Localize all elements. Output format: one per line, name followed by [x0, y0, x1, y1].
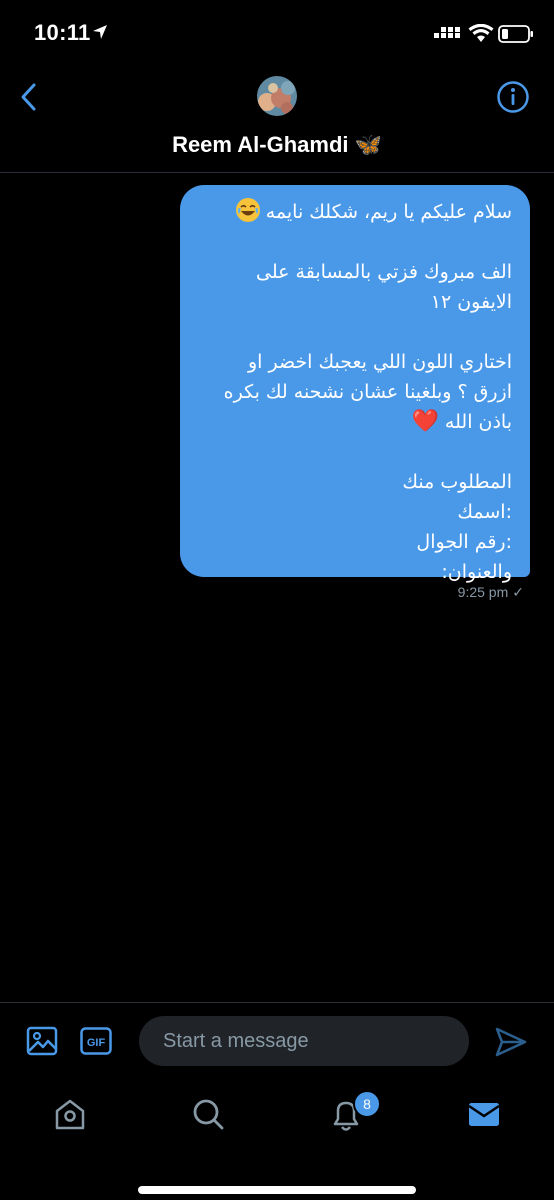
message-line: سلام عليكم يا ريم، شكلك نايمه — [198, 197, 512, 227]
conversation-header: Reem Al-Ghamdi 🦋 — [0, 70, 554, 173]
message-timestamp: 9:25 pm ✓ — [457, 584, 524, 600]
message-bubble[interactable]: سلام عليكم يا ريم، شكلك نايمه الف مبروك … — [180, 185, 530, 583]
message-input[interactable] — [139, 1016, 469, 1066]
message-line: الايفون ١٢ — [430, 291, 512, 313]
message-line: الف مبروك فزتي بالمسابقة على — [256, 261, 512, 283]
wifi-icon — [468, 24, 494, 42]
search-icon[interactable] — [188, 1094, 228, 1134]
sent-check-icon: ✓ — [512, 584, 524, 600]
image-icon[interactable] — [26, 1025, 58, 1057]
laughing-emoji-icon — [235, 198, 260, 222]
back-button[interactable] — [14, 82, 44, 112]
avatar[interactable] — [257, 76, 297, 116]
gif-label: GIF — [87, 1037, 106, 1049]
status-time: 10:11 — [34, 20, 91, 45]
heart-emoji-icon: ❤️ — [411, 409, 439, 434]
notification-badge: 8 — [353, 1090, 381, 1118]
signal-icon — [434, 27, 460, 38]
butterfly-emoji: 🦋 — [354, 132, 382, 157]
envelope-icon[interactable] — [464, 1094, 504, 1134]
location-arrow-icon — [93, 25, 107, 39]
message-line: ازرق ؟ وبلغينا عشان نشحنه لك بكره — [223, 381, 512, 403]
message-line: :اسمك — [457, 501, 512, 523]
message-line: والعنوان: — [441, 561, 512, 583]
contact-name-text: Reem Al-Ghamdi — [172, 132, 349, 157]
contact-name[interactable]: Reem Al-Ghamdi 🦋 — [0, 132, 554, 158]
message-line: اختاري اللون اللي يعجبك اخضر او — [247, 351, 512, 373]
message-line: باذن الله ❤️ — [411, 409, 512, 434]
home-indicator — [138, 1186, 416, 1194]
message-line: المطلوب منك — [402, 471, 512, 493]
gif-button[interactable]: GIF — [80, 1027, 112, 1055]
status-bar: 10:11 — [0, 0, 554, 70]
message-line: :رقم الجوال — [416, 531, 512, 553]
bottom-tab-bar: 8 — [0, 1080, 554, 1200]
battery-icon — [498, 25, 533, 43]
send-icon[interactable] — [494, 1025, 528, 1059]
info-icon[interactable] — [496, 80, 530, 114]
message-composer: GIF — [0, 1002, 554, 1081]
home-icon[interactable] — [50, 1094, 90, 1134]
